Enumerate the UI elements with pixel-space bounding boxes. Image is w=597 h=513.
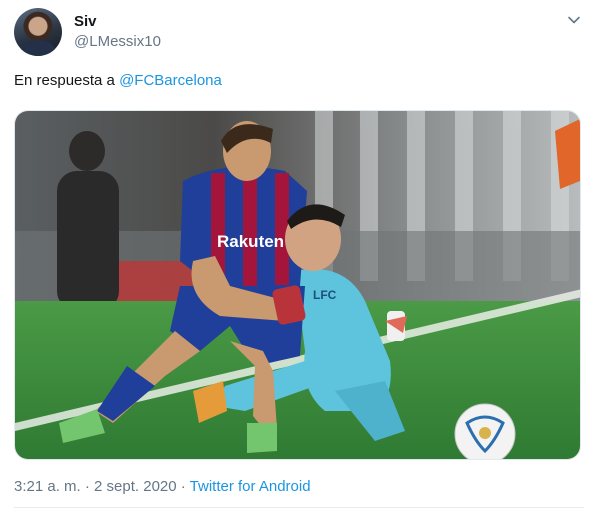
jersey-sponsor-text: Rakuten (217, 232, 284, 251)
avatar-shoulders (20, 40, 56, 56)
client-source-link[interactable]: Twitter for Android (190, 478, 311, 495)
tweet-meta: 3:21 a. m. · 2 sept. 2020 · Twitter for … (14, 478, 311, 495)
reply-mention-link[interactable]: @FCBarcelona (119, 72, 222, 89)
background-person (57, 171, 119, 311)
avatar[interactable] (14, 8, 62, 56)
divider (14, 507, 584, 508)
meta-separator: · (176, 478, 190, 495)
tweet-header: Siv @LMessix10 (14, 8, 586, 60)
boot-right (247, 423, 277, 453)
reply-context: En respuesta a @FCBarcelona (14, 72, 222, 89)
opponent-shirt-text: LFC (313, 288, 337, 302)
chevron-down-icon[interactable] (566, 12, 582, 28)
reply-prefix: En respuesta a (14, 72, 115, 89)
user-handle[interactable]: @LMessix10 (74, 33, 161, 50)
photo-scene: LFC Rakuten (15, 111, 580, 459)
tweet-photo[interactable]: LFC Rakuten (14, 110, 581, 460)
timestamp[interactable]: 3:21 a. m. · 2 sept. 2020 (14, 478, 177, 495)
display-name[interactable]: Siv (74, 13, 97, 30)
